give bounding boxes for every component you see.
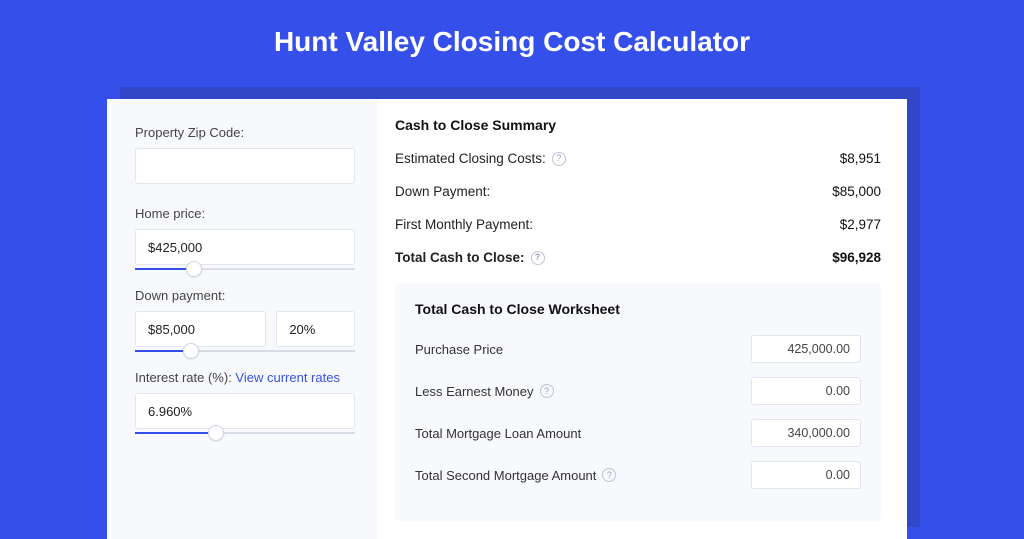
summary-value: $85,000	[832, 184, 881, 199]
zip-field-group: Property Zip Code:	[135, 125, 355, 188]
summary-value: $2,977	[840, 217, 881, 232]
summary-title: Cash to Close Summary	[395, 117, 881, 133]
summary-value: $8,951	[840, 151, 881, 166]
down-payment-slider[interactable]	[135, 350, 355, 352]
calculator-card: Property Zip Code: Home price: Down paym…	[107, 99, 907, 539]
home-price-slider[interactable]	[135, 268, 355, 270]
ws-input-earnest-money[interactable]	[751, 377, 861, 405]
down-payment-input[interactable]	[135, 311, 266, 347]
down-payment-field-group: Down payment:	[135, 288, 355, 352]
help-icon[interactable]: ?	[552, 152, 566, 166]
worksheet-row-purchase-price: Purchase Price	[415, 335, 861, 363]
help-icon[interactable]: ?	[531, 251, 545, 265]
page-title: Hunt Valley Closing Cost Calculator	[0, 0, 1024, 80]
down-payment-label: Down payment:	[135, 288, 355, 303]
summary-label-text: Total Cash to Close:	[395, 250, 525, 265]
slider-thumb[interactable]	[208, 425, 224, 441]
ws-input-mortgage-amount[interactable]	[751, 419, 861, 447]
down-payment-percent-input[interactable]	[276, 311, 355, 347]
zip-input[interactable]	[135, 148, 355, 184]
worksheet-row-second-mortgage: Total Second Mortgage Amount ?	[415, 461, 861, 489]
slider-fill	[135, 350, 183, 352]
slider-fill	[135, 432, 208, 434]
worksheet-section: Total Cash to Close Worksheet Purchase P…	[395, 283, 881, 521]
worksheet-row-earnest-money: Less Earnest Money ?	[415, 377, 861, 405]
summary-label-text: First Monthly Payment:	[395, 217, 533, 232]
summary-row-total: Total Cash to Close: ? $96,928	[395, 250, 881, 265]
slider-fill	[135, 268, 186, 270]
slider-thumb[interactable]	[186, 261, 202, 277]
ws-label-text: Purchase Price	[415, 342, 503, 357]
summary-value: $96,928	[832, 250, 881, 265]
ws-label-text: Total Mortgage Loan Amount	[415, 426, 581, 441]
worksheet-row-mortgage-amount: Total Mortgage Loan Amount	[415, 419, 861, 447]
input-panel: Property Zip Code: Home price: Down paym…	[107, 99, 377, 539]
slider-thumb[interactable]	[183, 343, 199, 359]
home-price-field-group: Home price:	[135, 206, 355, 270]
summary-label-text: Estimated Closing Costs:	[395, 151, 546, 166]
interest-rate-label-text: Interest rate (%):	[135, 370, 235, 385]
summary-row-first-monthly: First Monthly Payment: $2,977	[395, 217, 881, 232]
ws-label-text: Less Earnest Money	[415, 384, 534, 399]
summary-label-text: Down Payment:	[395, 184, 490, 199]
ws-input-purchase-price[interactable]	[751, 335, 861, 363]
interest-rate-label: Interest rate (%): View current rates	[135, 370, 355, 385]
worksheet-title: Total Cash to Close Worksheet	[415, 301, 861, 317]
help-icon[interactable]: ?	[602, 468, 616, 482]
home-price-input[interactable]	[135, 229, 355, 265]
zip-label: Property Zip Code:	[135, 125, 355, 140]
help-icon[interactable]: ?	[540, 384, 554, 398]
interest-rate-input[interactable]	[135, 393, 355, 429]
results-panel: Cash to Close Summary Estimated Closing …	[377, 99, 907, 539]
summary-row-closing-costs: Estimated Closing Costs: ? $8,951	[395, 151, 881, 166]
interest-rate-field-group: Interest rate (%): View current rates	[135, 370, 355, 434]
ws-label-text: Total Second Mortgage Amount	[415, 468, 596, 483]
interest-rate-slider[interactable]	[135, 432, 355, 434]
home-price-label: Home price:	[135, 206, 355, 221]
ws-input-second-mortgage[interactable]	[751, 461, 861, 489]
view-rates-link[interactable]: View current rates	[235, 370, 340, 385]
summary-row-down-payment: Down Payment: $85,000	[395, 184, 881, 199]
